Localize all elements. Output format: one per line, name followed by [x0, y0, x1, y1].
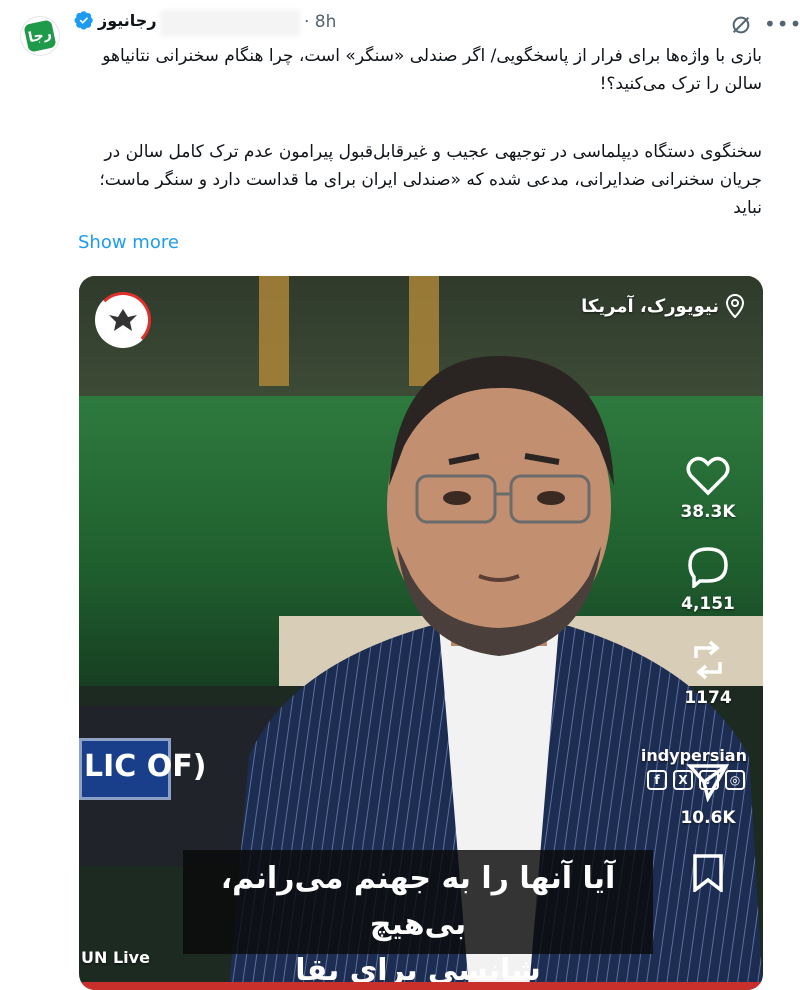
bookmark-icon[interactable] [690, 852, 726, 892]
author-avatar[interactable]: رجا [20, 16, 60, 56]
like-action[interactable]: 38.3K [680, 456, 736, 522]
tiktok-icon: ♪ [699, 770, 719, 790]
subtitle-line-1: آیا آنها را به جهنم می‌رانم، بی‌هیچ [220, 861, 616, 942]
nameplate-text: LIC OF) [84, 749, 207, 784]
source-label: UN Live [81, 948, 150, 967]
tweet-paragraph-1: بازی با واژه‌ها برای فرار از پاسخگویی/ ا… [102, 46, 762, 94]
instagram-icon: ◎ [725, 770, 745, 790]
channel-logo-icon[interactable] [95, 292, 151, 348]
video-subtitle: آیا آنها را به جهنم می‌رانم، بی‌هیچ شانس… [183, 850, 653, 988]
source-watermark: indypersian [640, 746, 747, 765]
location-text: نیویورک، آمریکا [581, 295, 719, 317]
more-icon[interactable]: ••• [764, 12, 800, 36]
post-time[interactable]: · 8h [304, 12, 336, 32]
comment-icon[interactable] [686, 546, 730, 588]
location-pin-icon [725, 294, 745, 318]
verified-badge-icon [74, 11, 93, 30]
country-nameplate: LIC OF) [79, 738, 207, 800]
bookmark-action[interactable] [690, 852, 726, 892]
progress-bar[interactable] [79, 982, 763, 990]
author-info[interactable]: رجانیوز [74, 10, 157, 30]
grok-icon[interactable] [730, 14, 752, 36]
eagle-icon [109, 309, 137, 331]
repost-action[interactable]: 1174 [684, 638, 732, 708]
facebook-icon: f [647, 770, 667, 790]
avatar-logo: رجا [23, 19, 57, 53]
blurred-handle [160, 10, 300, 36]
heart-icon[interactable] [686, 456, 730, 496]
comment-count: 4,151 [681, 594, 735, 614]
video-action-bar: 38.3K 4,151 1174 10.6K [673, 456, 743, 916]
comment-action[interactable]: 4,151 [681, 546, 735, 614]
like-count: 38.3K [680, 502, 736, 522]
location-tag: نیویورک، آمریکا [581, 294, 745, 318]
tweet-paragraph-2: سخنگوی دستگاه دیپلماسی در توجیهی عجیب و … [99, 142, 762, 218]
author-name[interactable]: رجانیوز [98, 11, 157, 30]
social-icons-row: f X ♪ ◎ [647, 770, 745, 790]
repost-icon[interactable] [686, 638, 730, 682]
video-media[interactable]: LIC OF) نیویورک، آمریکا 38.3K 4,151 1174… [79, 276, 763, 990]
share-count: 10.6K [680, 808, 736, 828]
show-more-link[interactable]: Show more [78, 232, 179, 253]
x-icon: X [673, 770, 693, 790]
repost-count: 1174 [684, 688, 732, 708]
